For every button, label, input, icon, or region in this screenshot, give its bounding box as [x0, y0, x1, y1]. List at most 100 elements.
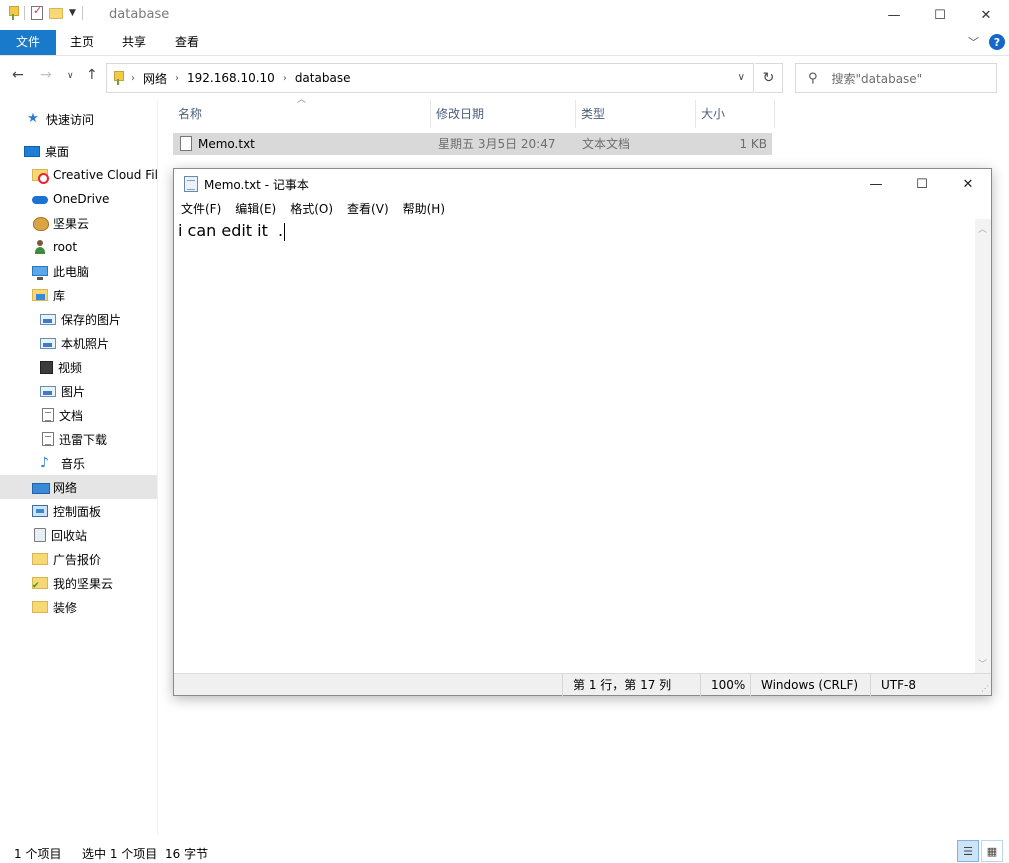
- sidebar-item-label: OneDrive: [53, 192, 110, 206]
- new-folder-icon[interactable]: [49, 7, 63, 19]
- sidebar-item-music[interactable]: ♪ 音乐: [0, 451, 157, 475]
- scroll-up-icon[interactable]: ︿: [978, 222, 987, 235]
- notepad-maximize-button[interactable]: ☐: [899, 169, 945, 199]
- pin-icon[interactable]: [8, 6, 19, 20]
- menu-file[interactable]: 文件(F): [174, 199, 228, 219]
- tab-view[interactable]: 查看: [165, 30, 209, 55]
- sidebar-item-onedrive[interactable]: OneDrive: [0, 187, 157, 211]
- sidebar-item-my-nutstore[interactable]: 我的坚果云: [0, 571, 157, 595]
- address-bar[interactable]: › 网络 › 192.168.10.10 › database ∨: [106, 63, 754, 93]
- sidebar-item-label: 桌面: [45, 144, 70, 159]
- sidebar-item-label: 回收站: [51, 528, 88, 543]
- breadcrumb-separator-icon[interactable]: ›: [131, 73, 135, 84]
- sidebar-item-control-panel[interactable]: 控制面板: [0, 499, 157, 523]
- back-arrow-icon[interactable]: ←: [12, 67, 24, 83]
- sidebar-item-label: 控制面板: [53, 504, 102, 519]
- address-dropdown-icon[interactable]: ∨: [738, 72, 745, 83]
- large-icons-view-button[interactable]: ▦: [981, 840, 1003, 862]
- refresh-button[interactable]: ↻: [755, 63, 783, 93]
- notepad-window-controls: — ☐ ✕: [853, 169, 991, 199]
- search-icon: ⚲: [808, 70, 818, 86]
- breadcrumb-network[interactable]: 网络: [143, 70, 167, 87]
- sidebar-item-quick-access[interactable]: ★ 快速访问: [0, 107, 157, 131]
- scroll-down-icon[interactable]: ﹀: [978, 657, 987, 670]
- sidebar-item-libraries[interactable]: 库: [0, 283, 157, 307]
- sidebar-item-label: 快速访问: [46, 112, 95, 127]
- customize-toolbar-icon[interactable]: ▼: [69, 8, 76, 18]
- tab-file[interactable]: 文件: [0, 30, 56, 55]
- sidebar-item-label: 装修: [53, 600, 78, 615]
- up-arrow-icon[interactable]: ↑: [86, 67, 98, 83]
- minimize-button[interactable]: —: [871, 0, 917, 30]
- file-type: 文本文档: [582, 137, 631, 151]
- sidebar-item-saved-pictures[interactable]: 保存的图片: [0, 307, 157, 331]
- column-size[interactable]: 大小: [696, 100, 775, 128]
- sidebar-item-label: 网络: [53, 480, 78, 495]
- creative-cloud-folder-icon: [32, 169, 49, 184]
- notepad-minimize-button[interactable]: —: [853, 169, 899, 199]
- toolbar-separator: [24, 6, 25, 20]
- menu-view[interactable]: 查看(V): [340, 199, 396, 219]
- notepad-text-area[interactable]: i can edit it .: [174, 219, 975, 673]
- sidebar-item-label: 迅雷下载: [59, 432, 108, 447]
- sidebar-item-nutstore[interactable]: 坚果云: [0, 211, 157, 235]
- sidebar-item-decoration[interactable]: 装修: [0, 595, 157, 619]
- sidebar-item-label: 音乐: [61, 456, 86, 471]
- breadcrumb-separator-icon[interactable]: ›: [283, 73, 287, 84]
- vertical-scrollbar[interactable]: ︿ ﹀: [975, 219, 991, 673]
- sidebar-item-xunlei-downloads[interactable]: 迅雷下载: [0, 427, 157, 451]
- sidebar-item-ad-quotes[interactable]: 广告报价: [0, 547, 157, 571]
- column-date-modified[interactable]: 修改日期: [431, 100, 576, 128]
- sidebar-item-documents[interactable]: 文档: [0, 403, 157, 427]
- details-view-button[interactable]: ☰: [957, 840, 979, 862]
- notepad-titlebar[interactable]: Memo.txt - 记事本 — ☐ ✕: [174, 169, 991, 199]
- control-panel-icon: [32, 505, 48, 517]
- expand-ribbon-icon[interactable]: ﹀: [968, 34, 979, 50]
- breadcrumb-separator-icon[interactable]: ›: [175, 73, 179, 84]
- music-icon: ♪: [40, 455, 49, 471]
- sidebar-item-label: 图片: [61, 384, 86, 399]
- folder-icon: [32, 601, 48, 613]
- sidebar-item-label: 我的坚果云: [53, 576, 114, 591]
- toolbar-separator: [81, 6, 83, 20]
- library-icon: [32, 289, 48, 301]
- document-library-icon: [42, 408, 54, 422]
- tab-share[interactable]: 共享: [112, 30, 156, 55]
- properties-icon[interactable]: [31, 4, 43, 20]
- recycle-bin-icon: [34, 528, 46, 542]
- sidebar-item-network[interactable]: 网络: [0, 475, 157, 499]
- menu-edit[interactable]: 编辑(E): [228, 199, 283, 219]
- close-button[interactable]: ✕: [963, 0, 1009, 30]
- column-name[interactable]: ︿ 名称: [173, 95, 431, 128]
- network-icon: [32, 480, 50, 494]
- sidebar-item-label: 视频: [58, 360, 83, 375]
- file-row[interactable]: Memo.txt 星期五 3月5日 20:47 文本文档 1 KB: [173, 133, 772, 155]
- picture-library-icon: [40, 313, 56, 325]
- maximize-button[interactable]: ☐: [917, 0, 963, 30]
- sidebar-item-this-pc[interactable]: 此电脑: [0, 259, 157, 283]
- star-icon: ★: [27, 111, 39, 126]
- sidebar-item-videos[interactable]: 视频: [0, 355, 157, 379]
- sidebar-item-desktop[interactable]: 桌面: [0, 139, 157, 163]
- column-type[interactable]: 类型: [576, 100, 696, 128]
- sidebar-item-label: 广告报价: [53, 552, 102, 567]
- sidebar-item-recycle-bin[interactable]: 回收站: [0, 523, 157, 547]
- navigation-pane: ★ 快速访问 桌面 Creative Cloud Files OneDrive …: [0, 100, 158, 835]
- recent-locations-icon[interactable]: ∨: [67, 71, 74, 81]
- resize-grip-icon[interactable]: ⋰: [981, 684, 989, 693]
- notepad-close-button[interactable]: ✕: [945, 169, 991, 199]
- onedrive-cloud-icon: [32, 192, 48, 206]
- forward-arrow-icon[interactable]: →: [40, 67, 52, 83]
- menu-format[interactable]: 格式(O): [283, 199, 340, 219]
- help-icon[interactable]: ?: [989, 34, 1005, 50]
- breadcrumb-database[interactable]: database: [295, 71, 351, 85]
- sidebar-item-creative-cloud[interactable]: Creative Cloud Files: [0, 163, 157, 187]
- sidebar-item-camera-roll[interactable]: 本机照片: [0, 331, 157, 355]
- sidebar-item-root[interactable]: root: [0, 235, 157, 259]
- search-box[interactable]: ⚲ 搜索"database": [795, 63, 997, 93]
- folder-icon: [32, 553, 48, 565]
- menu-help[interactable]: 帮助(H): [396, 199, 452, 219]
- breadcrumb-host[interactable]: 192.168.10.10: [187, 71, 275, 85]
- tab-home[interactable]: 主页: [60, 30, 104, 55]
- sidebar-item-pictures[interactable]: 图片: [0, 379, 157, 403]
